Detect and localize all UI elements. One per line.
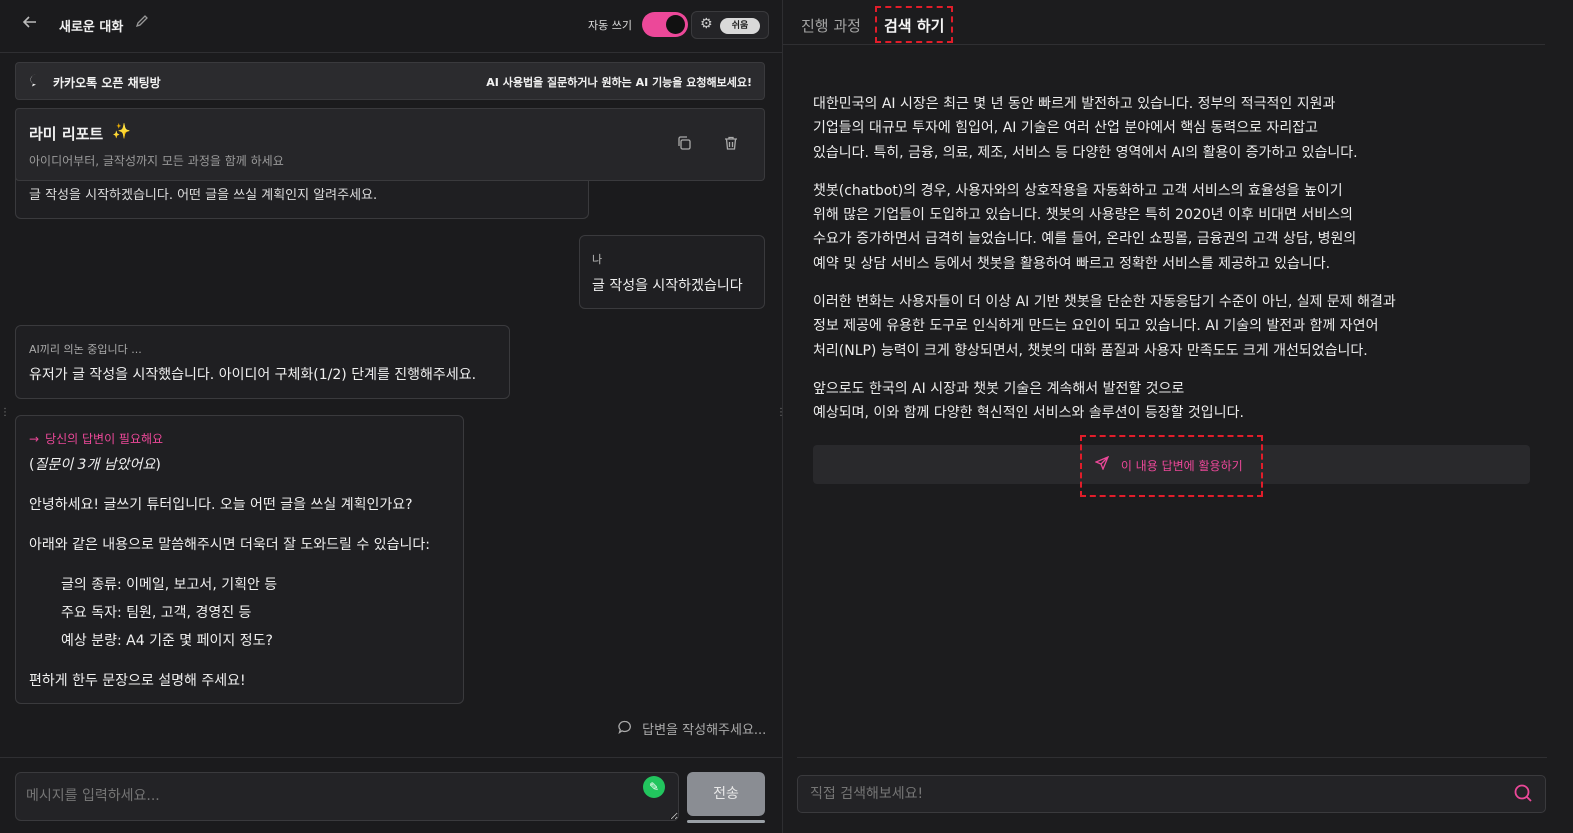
closing-text: 편하게 한두 문장으로 설명해 주세요!	[29, 673, 246, 689]
ai-question-message: → 당신의 답변이 필요해요 (질문이 3개 남았어요) 안녕하세요! 글쓰기 튜…	[15, 415, 464, 704]
difficulty-badge: 쉬움	[720, 18, 760, 34]
highlight-box	[1080, 435, 1263, 497]
send-button[interactable]: 전송	[687, 772, 765, 816]
user-message-text: 글 작성을 시작하겠습니다	[592, 278, 743, 294]
chat-bubble-icon	[29, 73, 43, 91]
pen-icon[interactable]: ✎	[643, 776, 665, 798]
greeting-text: 안녕하세요! 글쓰기 튜터입니다. 오늘 어떤 글을 쓰실 계획인가요?	[29, 497, 413, 513]
user-message: 나 글 작성을 시작하겠습니다	[579, 235, 765, 309]
previous-message-text: 글 작성을 시작하겠습니다. 어떤 글을 쓰실 계획인지 알려주세요.	[29, 188, 378, 203]
back-arrow-icon[interactable]	[22, 14, 42, 36]
search-divider	[797, 757, 1547, 758]
trash-icon[interactable]	[723, 135, 741, 155]
kakao-openchat-banner[interactable]: 카카오톡 오픈 채팅방 AI 사용법을 질문하거나 원하는 AI 기능을 요청해…	[15, 62, 765, 100]
user-label: 나	[592, 253, 603, 266]
panel-tabs: 진행 과정 검색 하기	[783, 0, 1545, 45]
search-icon[interactable]	[1513, 783, 1535, 805]
auto-write-label: 자동 쓰기	[588, 19, 632, 32]
questions-remaining-text: 질문이 3개 남았어요	[34, 457, 156, 473]
comment-icon	[618, 720, 636, 738]
settings-button[interactable]: ⚙ 쉬움	[691, 11, 769, 39]
list-item: 주요 독자: 팀원, 고객, 경영진 등	[61, 605, 252, 621]
article-paragraph: 챗봇(chatbot)의 경우, 사용자와의 상호작용을 자동화하고 고객 서비…	[813, 182, 1357, 272]
paren-close: )	[155, 457, 161, 473]
ai-status-label: AI끼리 의논 중입니다 ...	[29, 343, 142, 356]
search-result-article: 대한민국의 AI 시장은 최근 몇 년 동안 빠르게 발전하고 있습니다. 정부…	[813, 92, 1543, 440]
report-subtitle: 아이디어부터, 글작성까지 모든 과정을 함께 하세요	[29, 154, 284, 168]
auto-write-toggle[interactable]	[642, 12, 688, 37]
answer-needed-label: → 당신의 답변이 필요해요	[29, 430, 163, 447]
composer-divider	[0, 757, 782, 758]
banner-hint: AI 사용법을 질문하거나 원하는 AI 기능을 요청해보세요!	[486, 76, 752, 89]
chat-panel: 새로운 대화 자동 쓰기 ⚙ 쉬움 카카오톡 오픈 채팅방 AI 사용법을 질문…	[0, 0, 782, 833]
toggle-knob	[666, 15, 685, 34]
report-title: 라미 리포트	[29, 125, 104, 143]
list-item: 글의 종류: 이메일, 보고서, 기획안 등	[61, 577, 278, 593]
arrow-right-icon: →	[29, 432, 40, 446]
message-input[interactable]	[15, 772, 679, 821]
questions-remaining: (질문이 3개 남았어요)	[29, 454, 161, 474]
copy-icon[interactable]	[676, 135, 694, 155]
rami-report-card: 라미 리포트 ✨ 아이디어부터, 글작성까지 모든 과정을 함께 하세요	[15, 108, 765, 181]
edit-pencil-icon[interactable]	[135, 14, 149, 32]
resize-grip-icon[interactable]: ⋮	[0, 408, 10, 418]
chat-header: 새로운 대화 자동 쓰기 ⚙ 쉬움	[0, 0, 782, 53]
gear-icon: ⚙	[700, 16, 713, 32]
ai-status-message: AI끼리 의논 중입니다 ... 유저가 글 작성을 시작했습니다. 아이디어 …	[15, 325, 510, 399]
typing-text: 답변을 작성해주세요...	[642, 723, 767, 738]
search-input[interactable]	[797, 775, 1546, 813]
list-item: 예상 분량: A4 기준 몇 페이지 정도?	[61, 633, 273, 649]
article-paragraph: 앞으로도 한국의 AI 시장과 챗봇 기술은 계속해서 발전할 것으로 예상되며…	[813, 380, 1244, 422]
scrollbar[interactable]	[687, 820, 765, 823]
article-paragraph: 이러한 변화는 사용자들이 더 이상 AI 기반 챗봇을 단순한 자동응답기 수…	[813, 294, 1396, 359]
article-paragraph: 대한민국의 AI 시장은 최근 몇 년 동안 빠르게 발전하고 있습니다. 정부…	[813, 96, 1358, 161]
answer-needed-text: 당신의 답변이 필요해요	[45, 432, 164, 446]
ai-status-text: 유저가 글 작성을 시작했습니다. 아이디어 구체화(1/2) 단계를 진행해주…	[29, 367, 477, 383]
banner-title: 카카오톡 오픈 채팅방	[53, 76, 161, 90]
typing-indicator: 답변을 작성해주세요...	[618, 719, 766, 738]
conversation-title: 새로운 대화	[59, 20, 124, 35]
search-panel: 진행 과정 검색 하기 대한민국의 AI 시장은 최근 몇 년 동안 빠르게 발…	[783, 0, 1573, 833]
tab-progress[interactable]: 진행 과정	[801, 15, 861, 36]
sparkle-icon: ✨	[112, 122, 131, 140]
highlight-box	[875, 6, 953, 43]
guide-text: 아래와 같은 내용으로 말씀해주시면 더욱더 잘 도와드릴 수 있습니다:	[29, 537, 430, 553]
